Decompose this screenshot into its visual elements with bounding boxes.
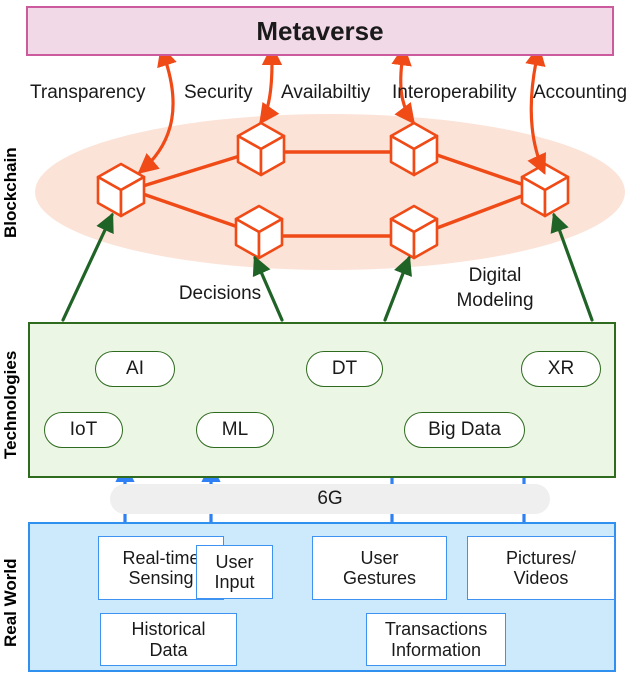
benefit-arrow-security <box>259 44 283 125</box>
network-bar-label: 6G <box>317 488 343 509</box>
diagram-canvas: Metaverse Transparency Security Availabi… <box>0 0 640 675</box>
technology-pill-big-data[interactable]: Big Data <box>404 412 525 448</box>
benefit-label-availability: Availabiltiy <box>281 82 371 103</box>
technologies-panel <box>28 322 616 478</box>
benefit-label-accounting: Accounting <box>533 82 628 103</box>
benefit-label-interoperability: Interoperability <box>392 82 517 103</box>
technology-pill-ai[interactable]: AI <box>95 351 175 387</box>
real-world-card-user-input[interactable]: User Input <box>196 545 273 599</box>
benefit-label-transparency: Transparency <box>30 82 146 103</box>
node-top-right-cube[interactable] <box>389 121 439 177</box>
technology-pill-ml[interactable]: ML <box>196 412 274 448</box>
node-bottom-right-cube[interactable] <box>389 204 439 260</box>
flow-label-decisions: Decisions <box>178 283 262 304</box>
layer-label-real-world: Real World <box>1 558 20 647</box>
node-bottom-left-cube[interactable] <box>234 204 284 260</box>
node-top-left-cube[interactable] <box>236 121 286 177</box>
real-world-card-historical-data[interactable]: Historical Data <box>100 613 237 666</box>
flow-label-modeling: Modeling <box>456 290 534 311</box>
metaverse-banner[interactable]: Metaverse <box>26 6 614 56</box>
flow-label-digital: Digital <box>468 265 522 286</box>
benefit-label-security: Security <box>184 82 253 103</box>
technology-pill-iot[interactable]: IoT <box>44 412 123 448</box>
layer-label-blockchain: Blockchain <box>1 147 20 239</box>
real-world-card-pictures-videos[interactable]: Pictures/Videos <box>467 536 615 600</box>
real-world-card-user-gestures[interactable]: User Gestures <box>312 536 447 600</box>
technology-pill-xr[interactable]: XR <box>521 351 601 387</box>
metaverse-title: Metaverse <box>256 15 384 46</box>
technology-pill-dt[interactable]: DT <box>306 351 383 387</box>
node-left-cube[interactable] <box>96 162 146 218</box>
real-world-card-transactions-information[interactable]: Transactions Information <box>366 613 506 666</box>
network-bar-6g[interactable]: 6G <box>110 484 550 514</box>
layer-label-technologies: Technologies <box>1 350 20 460</box>
